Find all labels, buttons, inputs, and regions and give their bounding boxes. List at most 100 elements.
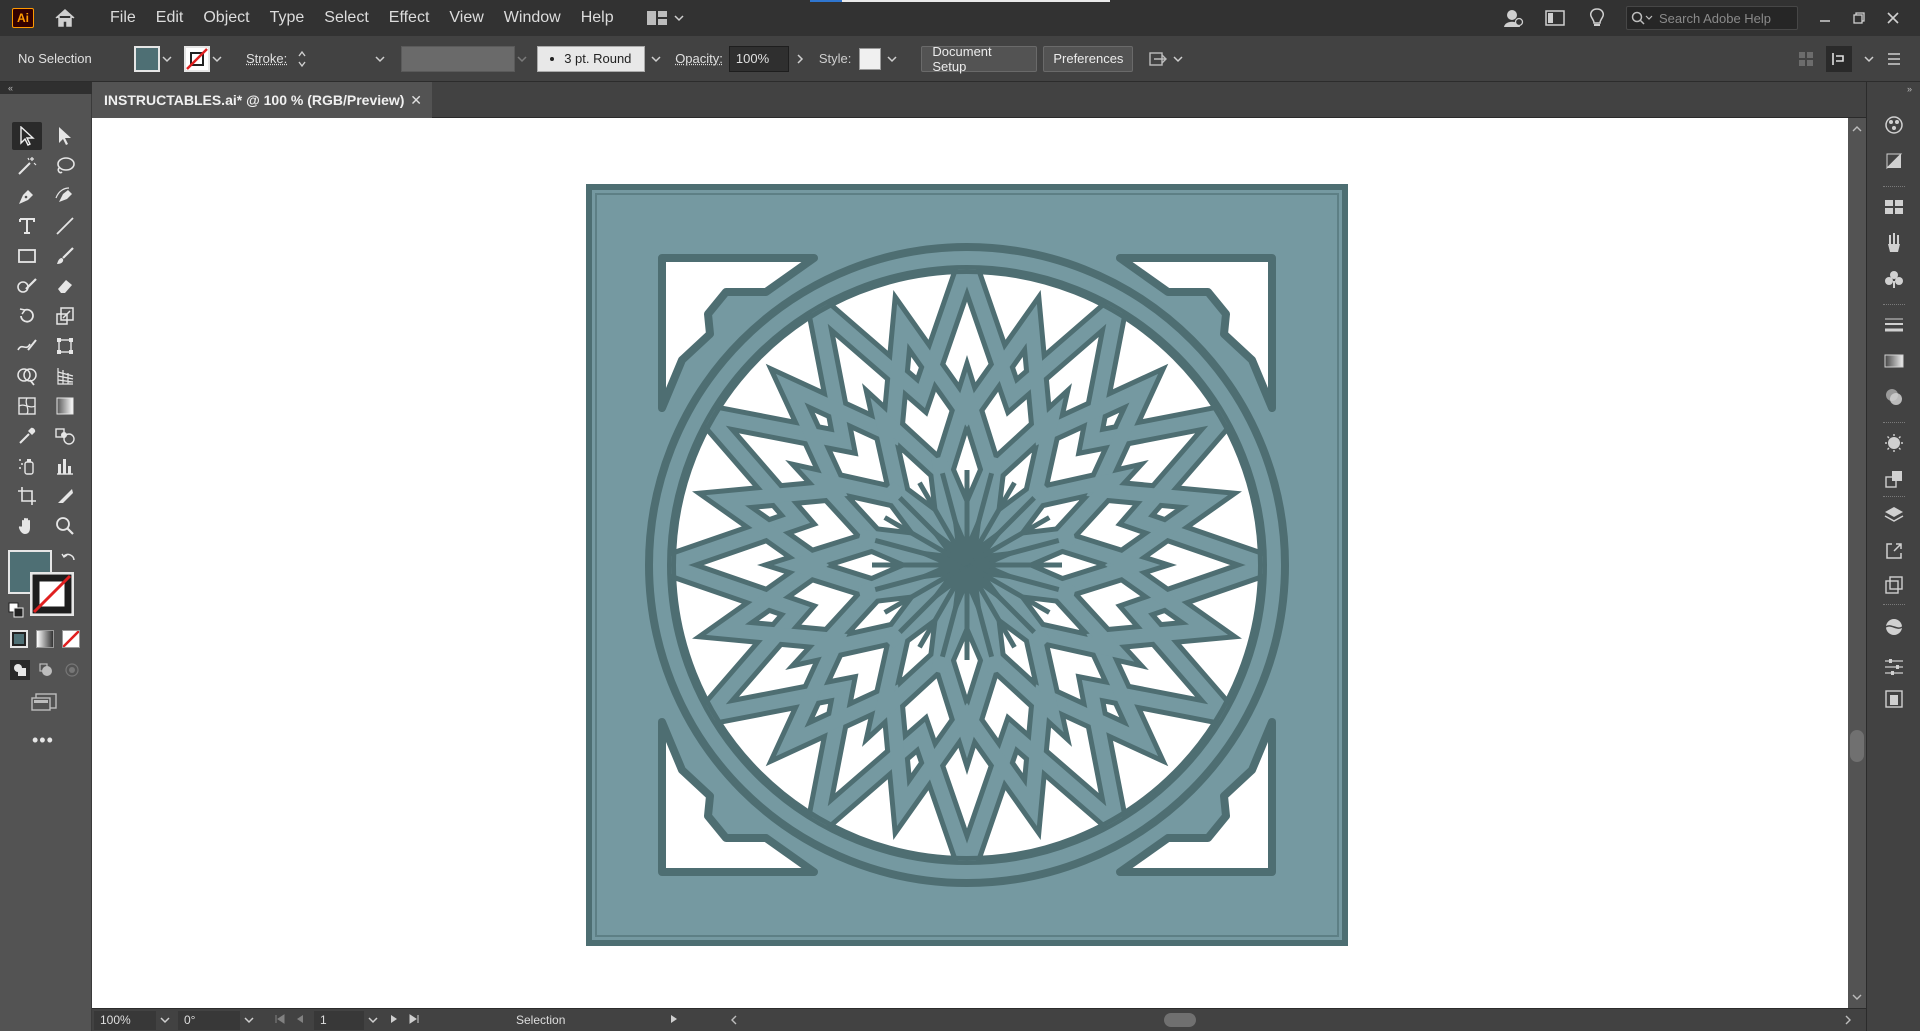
dock-group-grip[interactable] [1883,304,1905,307]
type-tool[interactable] [12,212,42,240]
scroll-down-icon[interactable] [1848,990,1866,1004]
variable-width-dropdown[interactable] [515,55,529,63]
artboards-icon[interactable] [1881,572,1907,598]
scroll-up-icon[interactable] [1848,122,1866,136]
fill-dropdown[interactable] [160,55,174,63]
dock-group-grip[interactable] [1883,604,1905,607]
hand-tool[interactable] [12,512,42,540]
rotate-tool[interactable] [12,302,42,330]
vertical-scroll-thumb[interactable] [1850,730,1864,762]
panel-options-button[interactable] [1826,46,1852,72]
scroll-left-icon[interactable] [728,1013,740,1027]
stroke-color-swatch[interactable] [184,45,210,72]
zoom-tool[interactable] [50,512,80,540]
preferences-button[interactable]: Preferences [1043,45,1134,72]
canvas[interactable] [92,118,1848,1008]
draw-behind-icon[interactable] [36,660,56,680]
stroke-icon[interactable] [1881,312,1907,338]
direct-selection-tool[interactable] [50,122,80,150]
stroke-label[interactable]: Stroke: [246,51,287,66]
color-guide-icon[interactable] [1881,112,1907,138]
stroke-weight-stepper[interactable] [295,46,309,72]
zoom-field[interactable]: 100% [94,1010,156,1030]
gradient-mode-button[interactable] [36,630,54,648]
stroke-weight-field[interactable] [313,45,374,72]
draw-inside-icon[interactable] [62,660,82,680]
magic-wand-tool[interactable] [12,152,42,180]
shaper-tool[interactable] [12,272,42,300]
asset-export-icon[interactable] [1881,686,1907,712]
column-graph-tool[interactable] [50,452,80,480]
status-menu-arrow[interactable] [670,1013,678,1027]
next-artboard-icon[interactable] [390,1013,398,1027]
artwork-panel[interactable] [586,184,1348,946]
zoom-dropdown[interactable] [158,1016,172,1024]
mesh-tool[interactable] [12,392,42,420]
panel-grid-icon[interactable] [1798,51,1814,67]
color-icon[interactable] [1881,148,1907,174]
none-mode-button[interactable] [62,630,80,648]
menu-view[interactable]: View [439,0,493,36]
tools-panel-collapse[interactable]: « [0,82,92,94]
properties-icon[interactable] [1881,654,1907,680]
variable-width-profile[interactable] [401,45,516,72]
fill-color-swatch[interactable] [134,45,160,72]
menu-effect[interactable]: Effect [379,0,440,36]
shape-builder-tool[interactable] [12,362,42,390]
document-setup-button[interactable]: Document Setup [921,44,1038,74]
edit-toolbar-more-icon[interactable]: ••• [32,730,54,751]
eraser-tool[interactable] [50,272,80,300]
scroll-right-icon[interactable] [1842,1013,1854,1027]
selection-tool[interactable] [12,122,42,150]
opacity-arrow[interactable] [793,53,807,64]
curvature-tool[interactable] [50,182,80,210]
artboard-dropdown[interactable] [366,1016,380,1024]
menu-file[interactable]: File [100,0,146,36]
align-options-icon[interactable] [1147,49,1183,69]
close-document-icon[interactable]: ✕ [410,92,422,109]
document-tab[interactable]: INSTRUCTABLES.ai* @ 100 % (RGB/Preview) … [92,82,432,118]
gradient-tool[interactable] [50,392,80,420]
lightbulb-icon[interactable] [1582,3,1612,33]
symbol-sprayer-tool[interactable] [12,452,42,480]
blend-tool[interactable] [50,422,80,450]
chevron-down-icon[interactable] [1864,55,1874,63]
search-adobe-help[interactable]: Search Adobe Help [1626,6,1798,30]
brush-definition-field[interactable]: 3 pt. Round [537,45,646,72]
stroke-weight-dropdown[interactable] [373,55,387,63]
opacity-field[interactable]: 100% [728,45,789,72]
graphic-style-swatch[interactable] [859,47,882,70]
menu-edit[interactable]: Edit [146,0,194,36]
rectangle-tool[interactable] [12,242,42,270]
dock-collapse[interactable]: » [1907,84,1912,94]
menu-object[interactable]: Object [193,0,259,36]
home-icon[interactable] [52,5,78,31]
stroke-swatch-large[interactable] [30,572,74,616]
swatches-icon[interactable] [1881,194,1907,220]
previous-artboard-icon[interactable] [296,1013,304,1027]
menu-help[interactable]: Help [571,0,624,36]
swap-fill-stroke-icon[interactable] [60,550,78,571]
line-segment-tool[interactable] [50,212,80,240]
symbols-icon[interactable] [1881,266,1907,292]
user-account-icon[interactable] [1498,3,1528,33]
warp-tool[interactable] [12,332,42,360]
brushes-icon[interactable] [1881,230,1907,256]
artboard-tool[interactable] [12,482,42,510]
menu-select[interactable]: Select [314,0,378,36]
horizontal-scroll-thumb[interactable] [1164,1013,1196,1027]
dock-group-grip[interactable] [1883,496,1905,499]
minimize-button[interactable] [1808,5,1842,31]
last-artboard-icon[interactable] [408,1013,420,1027]
screen-mode-icon[interactable] [30,692,58,717]
restore-button[interactable] [1842,5,1876,31]
graphic-style-dropdown[interactable] [885,55,899,63]
artboard-number-field[interactable]: 1 [314,1010,364,1030]
color-mode-button[interactable] [10,630,28,648]
perspective-grid-tool[interactable] [50,362,80,390]
export-icon[interactable] [1881,538,1907,564]
transparency-icon[interactable] [1881,384,1907,410]
pen-tool[interactable] [12,182,42,210]
default-fill-stroke-icon[interactable] [8,602,24,621]
first-artboard-icon[interactable] [274,1013,286,1027]
